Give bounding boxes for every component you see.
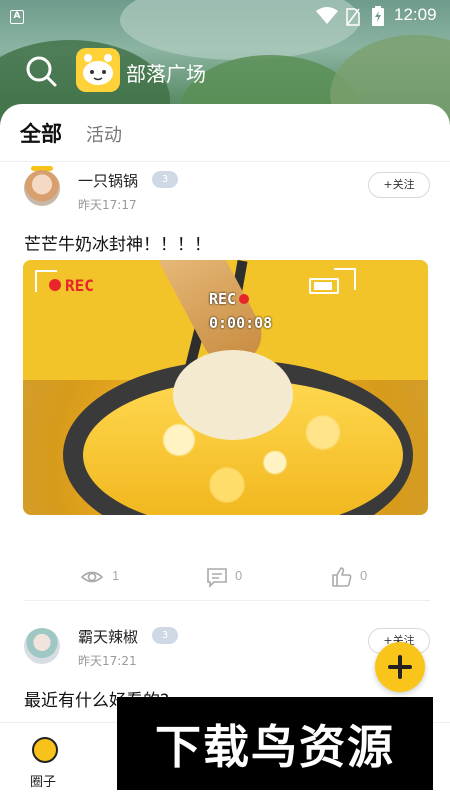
post-username[interactable]: 霸天辣椒 bbox=[78, 626, 138, 647]
tab-bar: 全部 活动 bbox=[0, 118, 450, 171]
app-header: 部落广场 bbox=[0, 48, 450, 96]
avatar[interactable] bbox=[24, 628, 60, 664]
tab-activity[interactable]: 活动 bbox=[86, 121, 122, 147]
circle-icon bbox=[32, 737, 58, 763]
likes-stat[interactable]: 0 bbox=[330, 565, 390, 589]
avatar[interactable] bbox=[24, 170, 60, 206]
nav-label: 圈子 bbox=[30, 775, 57, 790]
create-post-button[interactable] bbox=[375, 642, 425, 692]
views-stat[interactable]: 1 bbox=[80, 565, 140, 589]
post-time: 昨天17:21 bbox=[78, 654, 137, 668]
post-text: 芒芒牛奶冰封神！！！！ bbox=[24, 235, 211, 255]
accessibility-icon: A bbox=[10, 10, 24, 24]
search-icon[interactable] bbox=[24, 54, 58, 88]
wifi-icon bbox=[316, 7, 338, 24]
post-username[interactable]: 一只锅锅 bbox=[78, 170, 138, 191]
battery-icon bbox=[309, 278, 339, 294]
likes-count: 0 bbox=[360, 568, 368, 583]
comments-count: 0 bbox=[235, 568, 243, 583]
comments-stat[interactable]: 0 bbox=[205, 565, 265, 589]
timecode: 0:00:08 bbox=[209, 314, 273, 332]
level-badge: 3 bbox=[152, 627, 178, 644]
plus-icon bbox=[388, 665, 412, 669]
views-count: 1 bbox=[112, 568, 120, 583]
rec-text: REC bbox=[209, 290, 237, 308]
rec-dot-icon bbox=[49, 279, 61, 291]
no-sim-icon bbox=[346, 8, 360, 26]
divider bbox=[0, 161, 450, 162]
rec-center-label: REC bbox=[209, 290, 250, 308]
image-icecream bbox=[173, 350, 293, 440]
watermark: 下载鸟资源 bbox=[117, 697, 433, 790]
level-badge: 3 bbox=[152, 171, 178, 188]
battery-charging-icon bbox=[372, 6, 384, 26]
eye-icon bbox=[80, 571, 104, 583]
comment-icon bbox=[207, 568, 227, 588]
status-time: 12:09 bbox=[394, 5, 437, 24]
watermark-text: 下载鸟资源 bbox=[155, 720, 395, 774]
rec-dot-icon bbox=[239, 294, 250, 304]
thumbs-up-icon bbox=[332, 567, 352, 587]
rec-text: REC bbox=[65, 276, 94, 295]
post-divider bbox=[24, 600, 430, 601]
post-time: 昨天17:17 bbox=[78, 198, 137, 212]
post-stats: 1 0 0 bbox=[0, 565, 450, 589]
mascot-icon bbox=[83, 54, 113, 85]
follow-button[interactable]: +关注 bbox=[368, 172, 430, 198]
tab-all[interactable]: 全部 bbox=[20, 118, 62, 148]
page-title: 部落广场 bbox=[126, 62, 206, 86]
status-bar: A 12:09 bbox=[0, 0, 450, 34]
app-logo bbox=[76, 48, 120, 92]
rec-label: REC bbox=[49, 276, 94, 295]
post-image[interactable]: REC REC 0:00:08 bbox=[23, 260, 428, 515]
